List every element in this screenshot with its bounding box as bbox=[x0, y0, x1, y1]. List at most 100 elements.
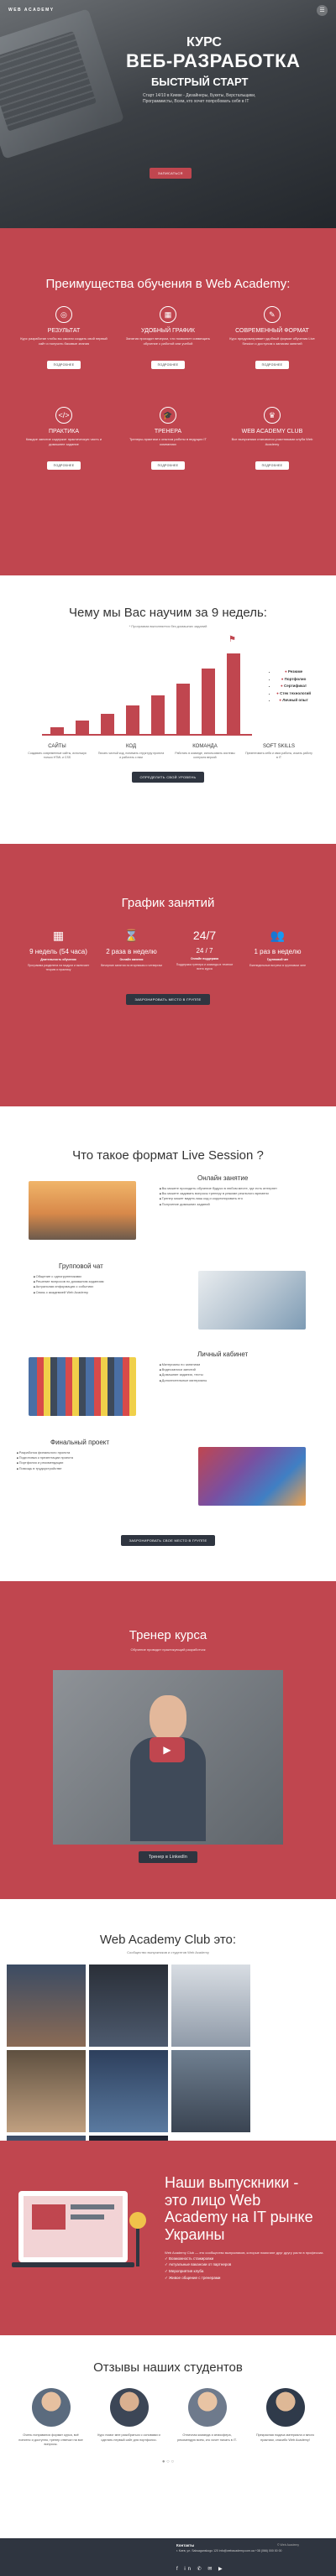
live-title: Финальный проект bbox=[50, 1439, 110, 1446]
hero-pretitle: КУРС bbox=[186, 35, 222, 49]
advantage-title: ТРЕНЕРА bbox=[154, 429, 182, 435]
linkedin-button[interactable]: Тренер в LinkedIn bbox=[138, 1851, 198, 1863]
more-button[interactable]: ПОДРОБНЕЕ bbox=[150, 361, 186, 369]
schedule-item: ▦ 9 недель (54 часа) Длительность обучения… bbox=[22, 929, 95, 972]
online-lesson-image bbox=[29, 1181, 136, 1240]
schedule-value: 24 / 7 bbox=[196, 947, 213, 955]
result-item: ● Портфолио bbox=[276, 676, 311, 684]
advantages-grid: ◎ РЕЗУЛЬТАТ Курс разработан чтобы вы смо… bbox=[0, 291, 336, 507]
skill-title: SOFT SKILLS bbox=[263, 744, 295, 749]
live-list-item: Получение домашних заданий bbox=[160, 1202, 277, 1207]
ladder-step bbox=[227, 653, 240, 734]
advantage-desc: Курс предусматривает удобный формат обуч… bbox=[229, 336, 315, 346]
hero-background-image bbox=[0, 8, 124, 159]
live-row: Финальный проект Разработка финального п… bbox=[0, 1439, 336, 1527]
personal-cabinet-image bbox=[29, 1357, 136, 1416]
review-item: Курс помог мне разобраться с основами и … bbox=[90, 2388, 168, 2448]
signup-button[interactable]: ЗАПИСАТЬСЯ bbox=[150, 168, 192, 179]
progress-illustration: ⚑ ● Резюме ● Портфолио ● Сертификат ● Ст… bbox=[25, 635, 311, 736]
carousel-dots[interactable]: ● ○ ○ bbox=[0, 2459, 336, 2464]
club-photo-grid bbox=[0, 1954, 336, 2141]
live-list-item: Помощь в трудоустройстве bbox=[17, 1466, 134, 1471]
club-section: Web Academy Club это: Сообщество выпускн… bbox=[0, 1899, 336, 2141]
ladder-step bbox=[76, 721, 89, 734]
review-item: Отличная команда и атмосфера, рекомендую… bbox=[168, 2388, 246, 2448]
advantage-item: ✎ СОВРЕМЕННЫЙ ФОРМАТ Курс предусматривае… bbox=[220, 306, 324, 407]
section-subtitle: Обучение проводит практикующий разработч… bbox=[130, 1647, 206, 1652]
club-photo bbox=[7, 2050, 86, 2132]
section-title: График занятий bbox=[121, 896, 215, 910]
section-title: Чему мы Вас научим за 9 недель: bbox=[69, 606, 267, 620]
ladder-step bbox=[202, 669, 215, 734]
hero-subtitle: БЫСТРЫЙ СТАРТ bbox=[151, 75, 249, 88]
book-seat-button[interactable]: ЗАБРОНИРОВАТЬ МЕСТО В ГРУППЕ bbox=[126, 994, 210, 1006]
top-nav: WEB ACADEMY ☰ bbox=[0, 0, 336, 20]
skill-item: КОМАНДА Работать в команде, использовать … bbox=[168, 744, 242, 760]
more-button[interactable]: ПОДРОБНЕЕ bbox=[150, 461, 186, 470]
hero-description: Старт 14/10 в Киеве - Дизайнеры, Букеты,… bbox=[143, 93, 256, 104]
level-test-button[interactable]: ОПРЕДЕЛИТЬ СВОЙ УРОВЕНЬ bbox=[131, 772, 205, 783]
graduates-list-item: ✓ Актуальные вакансии от партнеров bbox=[165, 2262, 232, 2267]
graduates-list: ✓ Возможность стажировки ✓ Актуальные ва… bbox=[165, 2256, 324, 2282]
more-button[interactable]: ПОДРОБНЕЕ bbox=[46, 361, 81, 369]
skill-desc: Писать чистый код, понимать структуру пр… bbox=[97, 752, 165, 760]
schedule-item: 👥 1 раз в неделю Групповой чат Еженедельные… bbox=[241, 929, 314, 972]
more-button[interactable]: ПОДРОБНЕЕ bbox=[255, 361, 290, 369]
schedule-value: 2 раза в неделю bbox=[106, 948, 157, 955]
live-session-section: Что такое формат Live Session ? Онлайн з… bbox=[0, 1106, 336, 1581]
result-item: ● Сертификат bbox=[276, 683, 311, 690]
learn-section: Чему мы Вас научим за 9 недель: * Програ… bbox=[0, 575, 336, 844]
social-icons[interactable]: f in ✆ ✉ ▶ bbox=[176, 2566, 225, 2572]
trainer-video[interactable]: ▶ bbox=[53, 1670, 283, 1845]
more-button[interactable]: ПОДРОБНЕЕ bbox=[255, 461, 290, 470]
section-subtitle: * Программа выполняется без домашних зад… bbox=[129, 624, 207, 628]
menu-icon[interactable]: ☰ bbox=[317, 4, 328, 16]
code-icon: </> bbox=[55, 407, 72, 424]
chat-icon: ✎ bbox=[263, 306, 281, 323]
skill-item: САЙТЫ Создавать современные сайты, исполь… bbox=[20, 744, 94, 760]
ladder-step bbox=[126, 705, 139, 734]
schedule-item: 24/7 24 / 7 Онлайн поддержка Поддержка трен… bbox=[168, 929, 241, 972]
advantage-desc: Тренеры-практики с опытом работы в ведущ… bbox=[129, 437, 207, 446]
ladder-line bbox=[42, 734, 252, 736]
graduates-list-item: ✓ Живое общение с тренерами bbox=[165, 2275, 221, 2280]
skill-desc: Создавать современные сайты, используя т… bbox=[28, 752, 87, 760]
reviews-section: Отзывы наших студентов Очень понравился … bbox=[0, 2335, 336, 2538]
footer: Контакты г. Киев, ул. Saksaganskogo 120 … bbox=[0, 2538, 336, 2576]
review-text: Отличная команда и атмосфера, рекомендую… bbox=[177, 2433, 237, 2442]
schedule-item: ⌛ 2 раза в неделю Онлайн занятия Вечерние з… bbox=[95, 929, 168, 972]
skill-item: SOFT SKILLS Презентовать себя и свои рабо… bbox=[242, 744, 316, 760]
review-text: Очень понравился формат курса, всё понят… bbox=[18, 2433, 83, 2447]
advantage-title: РЕЗУЛЬТАТ bbox=[47, 328, 81, 334]
play-icon[interactable]: ▶ bbox=[150, 1737, 185, 1762]
live-title: Личный кабинет bbox=[197, 1350, 249, 1358]
advantage-item: ▦ УДОБНЫЙ ГРАФИК Занятия проходят вечеро… bbox=[116, 306, 220, 407]
footer-address: г. Киев, ул. Saksaganskogo 120 info@weba… bbox=[176, 2549, 282, 2553]
book-seat-button[interactable]: ЗАБРОНИРОВАТЬ СВОЕ МЕСТО В ГРУППЕ bbox=[120, 1535, 216, 1546]
club-photo bbox=[89, 2050, 168, 2132]
advantage-title: WEB ACADEMY CLUB bbox=[241, 429, 303, 435]
club-photo bbox=[171, 2050, 250, 2132]
avatar bbox=[109, 2388, 149, 2427]
result-item: ● Стек технологий bbox=[276, 690, 311, 698]
result-item: ● Личный опыт bbox=[276, 697, 311, 705]
section-title: Отзывы наших студентов bbox=[93, 2360, 243, 2375]
skill-desc: Презентовать себя и свои работы, искать … bbox=[245, 752, 312, 760]
avatar bbox=[187, 2388, 227, 2427]
hero-title: ВЕБ-РАЗРАБОТКА bbox=[126, 50, 301, 71]
schedule-desc: Вечерние занятия по вторникам и четверга… bbox=[101, 964, 162, 968]
more-button[interactable]: ПОДРОБНЕЕ bbox=[46, 461, 81, 470]
advantage-item: ◎ РЕЗУЛЬТАТ Курс разработан чтобы вы смо… bbox=[12, 306, 116, 407]
support-icon: 24/7 bbox=[192, 929, 217, 942]
result-list: ● Резюме ● Портфолио ● Сертификат ● Стек… bbox=[276, 669, 311, 705]
section-title: Преимущества обучения в Web Academy: bbox=[45, 277, 291, 291]
logo[interactable]: WEB ACADEMY bbox=[8, 8, 55, 13]
schedule-label: Длительность обучения bbox=[40, 958, 76, 962]
live-text: Онлайн занятие Вы можете проходить обуче… bbox=[160, 1174, 277, 1207]
advantage-desc: Курс разработан чтобы вы смогли создать … bbox=[20, 336, 108, 346]
schedule-columns: ▦ 9 недель (54 часа) Длительность обучения… bbox=[0, 910, 336, 972]
skills-columns: САЙТЫ Создавать современные сайты, исполь… bbox=[0, 736, 336, 760]
live-list: Общение с одногруппниками Решение вопрос… bbox=[34, 1274, 151, 1295]
skill-title: КОД bbox=[125, 744, 137, 749]
graduation-cap-icon: 🎓 bbox=[159, 407, 176, 424]
